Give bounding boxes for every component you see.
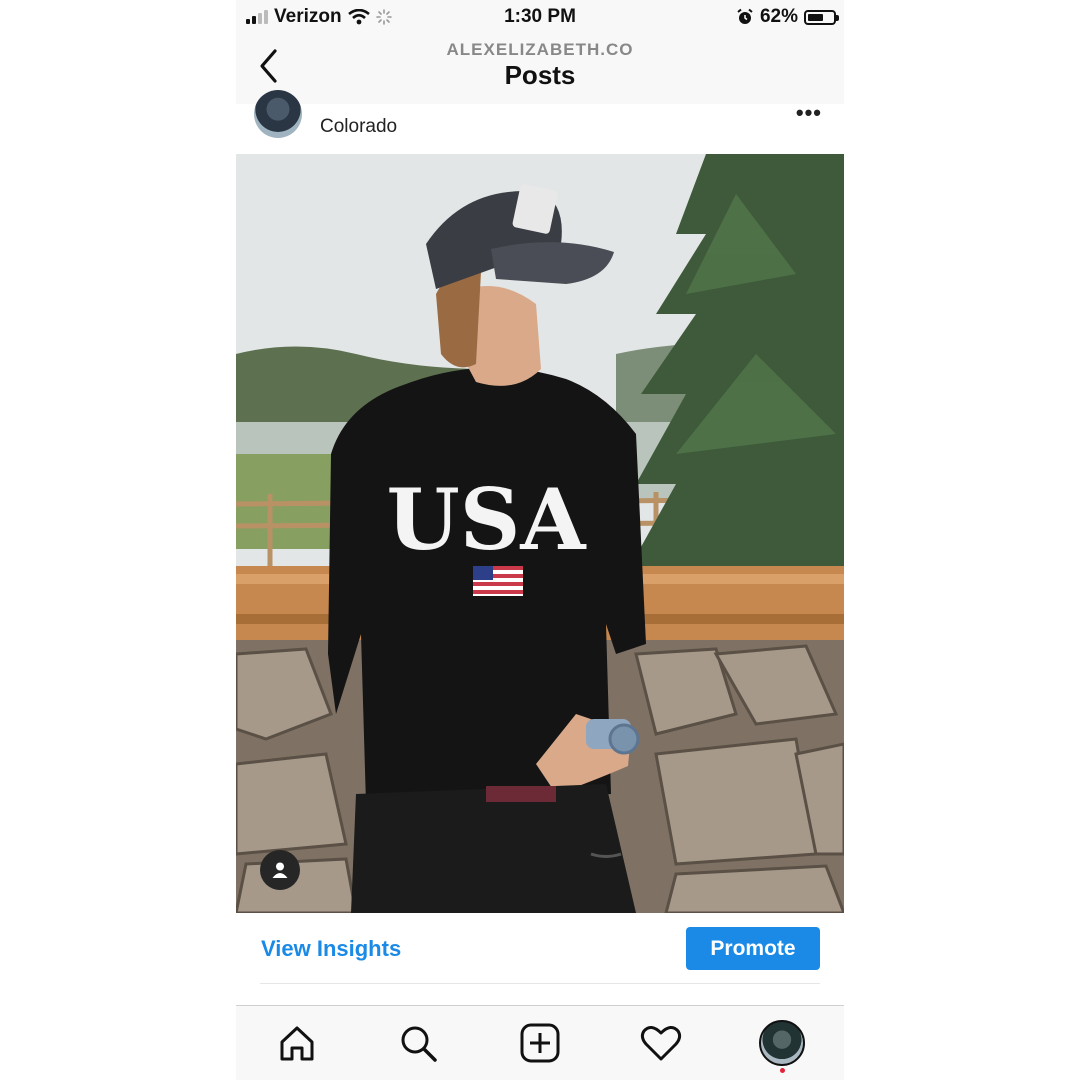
flag-patch bbox=[473, 566, 523, 596]
battery-percent: 62% bbox=[759, 6, 798, 27]
view-insights-link[interactable]: View Insights bbox=[261, 936, 401, 962]
home-icon[interactable] bbox=[274, 1020, 320, 1066]
post-avatar[interactable] bbox=[254, 90, 302, 138]
divider bbox=[260, 983, 820, 984]
alarm-icon bbox=[737, 8, 753, 24]
post-header: Colorado ••• bbox=[236, 90, 844, 154]
promote-button[interactable]: Promote bbox=[686, 927, 820, 970]
status-bar: Verizon 1:30 PM 62% bbox=[236, 0, 844, 34]
more-horizontal-icon[interactable]: ••• bbox=[796, 100, 822, 126]
phone-screen: Verizon 1:30 PM 62% ALEXELIZABETH.CO Pos… bbox=[236, 0, 844, 1080]
notification-dot bbox=[780, 1068, 785, 1073]
nav-header: ALEXELIZABETH.CO Posts bbox=[236, 34, 844, 105]
user-tag-icon[interactable] bbox=[260, 850, 300, 890]
status-right-group: 62% bbox=[736, 6, 839, 28]
page-title: Posts bbox=[504, 60, 576, 90]
heart-icon[interactable] bbox=[638, 1020, 684, 1066]
battery-fill bbox=[808, 13, 823, 21]
post-location[interactable]: Colorado bbox=[320, 116, 397, 138]
post-actions: View Insights Promote bbox=[236, 913, 844, 1005]
header-username: ALEXELIZABETH.CO bbox=[446, 40, 634, 59]
search-icon[interactable] bbox=[395, 1020, 441, 1066]
battery-icon bbox=[804, 9, 839, 25]
post-photo[interactable]: USA bbox=[236, 154, 844, 913]
photo-illustration: USA bbox=[236, 154, 844, 913]
shirt-text: USA bbox=[386, 470, 587, 569]
add-post-icon[interactable] bbox=[517, 1020, 563, 1066]
tab-bar bbox=[236, 1005, 844, 1080]
profile-avatar[interactable] bbox=[759, 1020, 805, 1066]
